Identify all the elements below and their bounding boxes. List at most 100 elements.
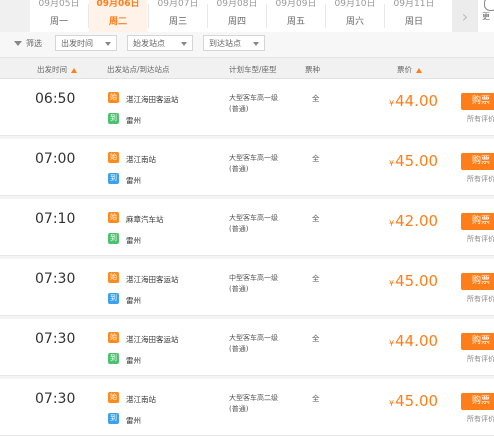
bus-type: 大型客车高一级 (普通): [229, 213, 278, 235]
bus-type-line2: (普通): [229, 345, 249, 353]
table-header: 出发时间 出发站点/到达站点 计划车型/座型 票种 票价: [0, 58, 494, 79]
price: ¥42.00: [389, 212, 438, 230]
date-tab-6[interactable]: 09月11日 周日: [385, 0, 443, 32]
price-value: 44.00: [395, 92, 439, 110]
departure-time-dropdown[interactable]: 出发时间: [55, 35, 117, 51]
bus-type-line1: 大型客车高一级: [229, 334, 278, 342]
destination-tag: 到: [108, 173, 119, 184]
price: ¥45.00: [389, 272, 438, 290]
header-ticket-type: 票种: [305, 65, 320, 74]
date-tab-date: 09月10日: [334, 0, 376, 9]
price-value: 45.00: [395, 392, 439, 410]
date-tab-date: 09月08日: [216, 0, 258, 9]
date-tab-5[interactable]: 09月10日 周六: [326, 0, 384, 32]
departure-time: 07:00: [35, 151, 76, 167]
departure-time: 07:30: [35, 271, 76, 287]
date-tab-1[interactable]: 09月06日 周二: [89, 0, 147, 34]
origin-tag: 始: [108, 272, 119, 283]
bus-type: 大型客车高二级 (普通): [229, 393, 278, 415]
price: ¥45.00: [389, 152, 438, 170]
buy-ticket-button[interactable]: 购票: [461, 153, 494, 170]
buy-ticket-button[interactable]: 购票: [461, 393, 494, 410]
departure-time: 07:30: [35, 331, 76, 347]
ticket-type: 全: [312, 154, 320, 163]
chevron-down-icon: [181, 42, 187, 46]
header-price: 票价: [397, 65, 412, 74]
price-value: 44.00: [395, 332, 439, 350]
boarding-station-dropdown[interactable]: 始发站点: [127, 35, 193, 51]
currency-symbol: ¥: [389, 159, 395, 168]
table-row: 07:30 始 湛江南站 到 雷州 大型客车高二级 (普通) 全 ¥45.00 购…: [0, 379, 494, 436]
calendar-icon: [484, 0, 494, 11]
date-selector-bar: 09月05日 周一 09月06日 周二 09月07日 周三 09月08日 周四 …: [0, 0, 494, 34]
bus-type-line2: (普通): [229, 225, 249, 233]
date-tab-2[interactable]: 09月07日 周三: [149, 0, 207, 32]
currency-symbol: ¥: [389, 339, 395, 348]
currency-symbol: ¥: [389, 279, 395, 288]
filter-icon: [14, 41, 22, 46]
origin-tag: 始: [108, 332, 119, 343]
ticket-type: 全: [312, 94, 320, 103]
price-value: 45.00: [395, 152, 439, 170]
bus-type-line1: 大型客车高一级: [229, 94, 278, 102]
date-tab-3[interactable]: 09月08日 周四: [208, 0, 266, 32]
chevron-right-icon: ›: [461, 6, 469, 26]
destination-station: 雷州: [126, 236, 141, 245]
header-stations: 出发站点/到达站点: [107, 65, 170, 74]
buy-ticket-button[interactable]: 购票: [461, 93, 494, 110]
reviews-link[interactable]: 所有评价: [467, 114, 494, 124]
more-dates-button[interactable]: 更: [480, 0, 494, 32]
bus-type-line2: (普通): [229, 405, 249, 413]
price: ¥44.00: [389, 332, 438, 350]
destination-station: 雷州: [126, 116, 141, 125]
sort-price[interactable]: 票价: [397, 64, 422, 75]
buy-ticket-button[interactable]: 购票: [461, 213, 494, 230]
reviews-link[interactable]: 所有评价: [467, 294, 494, 304]
origin-tag: 始: [108, 152, 119, 163]
origin-station: 湛江海田客运站: [126, 275, 179, 284]
reviews-link[interactable]: 所有评价: [467, 174, 494, 184]
origin-tag: 始: [108, 92, 119, 103]
date-tab-weekday: 周三: [168, 17, 187, 27]
date-tab-date: 09月09日: [275, 0, 317, 9]
departure-time: 06:50: [35, 91, 76, 107]
currency-symbol: ¥: [389, 219, 395, 228]
origin-station: 湛江海田客运站: [126, 335, 179, 344]
reviews-link[interactable]: 所有评价: [467, 354, 494, 364]
date-tab-weekday: 周一: [49, 17, 68, 27]
table-row: 06:50 始 湛江海田客运站 到 雷州 大型客车高一级 (普通) 全 ¥44.0…: [0, 79, 494, 136]
destination-tag: 到: [108, 413, 119, 424]
reviews-link[interactable]: 所有评价: [467, 234, 494, 244]
reviews-link[interactable]: 所有评价: [467, 414, 494, 424]
table-row: 07:30 始 湛江海田客运站 到 雷州 大型客车高一级 (普通) 全 ¥44.0…: [0, 319, 494, 376]
bus-type-line2: (普通): [229, 285, 249, 293]
sort-up-icon: [416, 67, 422, 73]
date-tab-4[interactable]: 09月09日 周五: [267, 0, 325, 32]
origin-tag: 始: [108, 212, 119, 223]
destination-tag: 到: [108, 233, 119, 244]
next-date-button[interactable]: ›: [452, 0, 478, 32]
arrival-station-dropdown[interactable]: 到达站点: [203, 35, 265, 51]
buy-ticket-button[interactable]: 购票: [461, 273, 494, 290]
filter-label-text: 筛选: [26, 39, 42, 48]
date-tab-0[interactable]: 09月05日 周一: [30, 0, 88, 32]
dropdown-value: 始发站点: [133, 39, 165, 48]
departure-time: 07:10: [35, 211, 76, 227]
dropdown-value: 到达站点: [209, 39, 241, 48]
filter-bar: 筛选 出发时间 始发站点 到达站点: [0, 32, 494, 58]
price-value: 42.00: [395, 212, 439, 230]
buy-ticket-button[interactable]: 购票: [461, 333, 494, 350]
date-tab-date: 09月07日: [157, 0, 199, 9]
origin-tag: 始: [108, 392, 119, 403]
prev-date-button[interactable]: [0, 0, 30, 32]
destination-tag: 到: [108, 293, 119, 304]
destination-tag: 到: [108, 353, 119, 364]
date-tab-weekday: 周二: [108, 17, 127, 27]
currency-symbol: ¥: [389, 399, 395, 408]
date-tab-weekday: 周六: [345, 17, 364, 27]
sort-departure-time[interactable]: 出发时间: [37, 64, 77, 75]
table-row: 07:30 始 湛江海田客运站 到 雷州 中型客车高一级 (普通) 全 ¥45.0…: [0, 259, 494, 316]
bus-type: 大型客车高一级 (普通): [229, 333, 278, 355]
currency-symbol: ¥: [389, 99, 395, 108]
price: ¥45.00: [389, 392, 438, 410]
